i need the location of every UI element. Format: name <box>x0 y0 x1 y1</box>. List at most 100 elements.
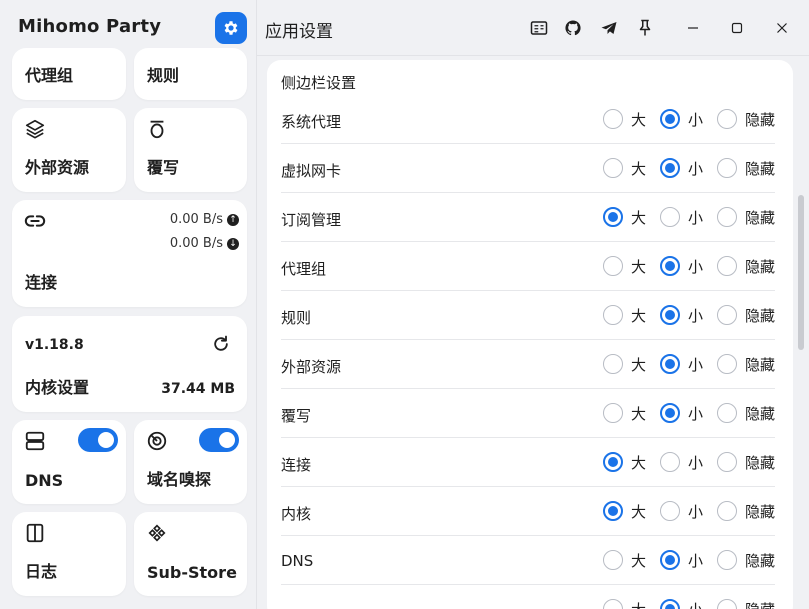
radio-option[interactable]: 隐藏 <box>716 305 775 326</box>
radio-option[interactable]: 小 <box>659 501 703 522</box>
radio-button[interactable] <box>716 158 737 178</box>
radio-button[interactable] <box>716 256 737 276</box>
size-radio-group: 大 小 隐藏 <box>589 109 775 129</box>
radio-option[interactable]: 隐藏 <box>716 109 775 130</box>
radio-option[interactable]: 大 <box>602 207 646 228</box>
radio-option[interactable]: 隐藏 <box>716 158 775 179</box>
panel-icon <box>26 523 44 543</box>
radio-button[interactable] <box>716 599 737 609</box>
sidebar-card-override[interactable]: 覆写 <box>134 108 247 192</box>
close-button[interactable] <box>772 18 792 38</box>
sidebar-card-rules[interactable]: 规则 <box>134 48 247 100</box>
radio-button[interactable] <box>659 354 680 374</box>
radio-option[interactable]: 大 <box>602 109 646 130</box>
radio-button[interactable] <box>659 207 680 227</box>
radio-option[interactable]: 大 <box>602 354 646 375</box>
radio-option[interactable]: 隐藏 <box>716 452 775 473</box>
radio-button[interactable] <box>602 501 623 521</box>
radio-option[interactable]: 隐藏 <box>716 403 775 424</box>
sidebar-card-proxy-group[interactable]: 代理组 <box>12 48 126 100</box>
radio-button[interactable] <box>716 207 737 227</box>
radio-button[interactable] <box>716 403 737 423</box>
sidebar-card-connections[interactable]: 0.00 B/s ↑ 0.00 B/s ↓ 连接 <box>12 200 247 307</box>
sidebar-card-substore[interactable]: Sub-Store <box>134 512 247 596</box>
github-button[interactable] <box>563 18 583 38</box>
pin-button[interactable] <box>635 18 655 38</box>
sidebar-card-logs[interactable]: 日志 <box>12 512 126 596</box>
radio-option[interactable]: 隐藏 <box>716 599 775 609</box>
minimize-button[interactable] <box>683 18 703 38</box>
radio-option[interactable]: 大 <box>602 599 646 609</box>
radio-option[interactable]: 小 <box>659 109 703 130</box>
dns-toggle[interactable] <box>78 428 118 452</box>
radio-option[interactable]: 大 <box>602 305 646 326</box>
radio-option[interactable]: 隐藏 <box>716 207 775 228</box>
radio-option[interactable]: 小 <box>659 354 703 375</box>
gear-icon <box>224 21 238 35</box>
radio-button[interactable] <box>659 109 680 129</box>
radio-button[interactable] <box>602 207 623 227</box>
core-version: v1.18.8 <box>25 337 84 353</box>
radio-option[interactable]: 大 <box>602 550 646 571</box>
radio-option[interactable]: 大 <box>602 256 646 277</box>
substore-icon <box>148 524 166 542</box>
radio-option[interactable]: 大 <box>602 403 646 424</box>
radio-button[interactable] <box>602 403 623 423</box>
radio-button[interactable] <box>602 599 623 609</box>
radio-option[interactable]: 大 <box>602 158 646 179</box>
radio-button[interactable] <box>602 305 623 325</box>
radio-option[interactable]: 小 <box>659 207 703 228</box>
radio-option[interactable]: 小 <box>659 256 703 277</box>
refresh-icon[interactable] <box>211 334 231 354</box>
radio-button[interactable] <box>659 599 680 609</box>
radio-button[interactable] <box>659 452 680 472</box>
core-memory: 37.44 MB <box>161 381 235 397</box>
maximize-button[interactable] <box>727 18 747 38</box>
radio-button[interactable] <box>659 403 680 423</box>
radio-button[interactable] <box>659 305 680 325</box>
radio-option[interactable]: 隐藏 <box>716 501 775 522</box>
radio-label: 大 <box>630 110 646 129</box>
setting-row: 系统代理 大 小 隐藏 <box>281 95 775 144</box>
radio-button[interactable] <box>659 550 680 570</box>
radio-label: 小 <box>687 159 703 178</box>
sniff-toggle[interactable] <box>199 428 239 452</box>
radio-option[interactable]: 小 <box>659 305 703 326</box>
sidebar-card-dns[interactable]: DNS <box>12 420 126 504</box>
radio-option[interactable]: 隐藏 <box>716 550 775 571</box>
radio-button[interactable] <box>716 550 737 570</box>
radio-button[interactable] <box>716 354 737 374</box>
docs-button[interactable] <box>529 18 549 38</box>
radio-button[interactable] <box>602 109 623 129</box>
settings-button[interactable] <box>215 12 247 44</box>
sidebar-card-sniff[interactable]: 域名嗅探 <box>134 420 247 504</box>
radio-option[interactable]: 小 <box>659 452 703 473</box>
radio-button[interactable] <box>602 158 623 178</box>
radio-option[interactable]: 大 <box>602 452 646 473</box>
radio-button[interactable] <box>602 256 623 276</box>
radio-option[interactable]: 隐藏 <box>716 354 775 375</box>
radio-button[interactable] <box>716 305 737 325</box>
radio-option[interactable]: 小 <box>659 403 703 424</box>
radio-button[interactable] <box>659 158 680 178</box>
radio-button[interactable] <box>716 501 737 521</box>
radio-button[interactable] <box>602 550 623 570</box>
radio-button[interactable] <box>659 501 680 521</box>
sidebar: Mihomo Party 代理组 规则 外部资源 覆写 0.00 B/s ↑ 0… <box>0 0 256 609</box>
radio-button[interactable] <box>716 109 737 129</box>
arrow-up-icon: ↑ <box>227 213 239 226</box>
radio-button[interactable] <box>659 256 680 276</box>
radio-button[interactable] <box>602 354 623 374</box>
sidebar-card-label: 内核设置 <box>25 378 90 397</box>
radio-option[interactable]: 小 <box>659 599 703 609</box>
radio-option[interactable]: 小 <box>659 158 703 179</box>
radio-option[interactable]: 大 <box>602 501 646 522</box>
scrollbar-thumb[interactable] <box>798 195 804 350</box>
radio-option[interactable]: 小 <box>659 550 703 571</box>
sidebar-card-external-resources[interactable]: 外部资源 <box>12 108 126 192</box>
radio-button[interactable] <box>716 452 737 472</box>
telegram-button[interactable] <box>599 18 619 38</box>
sidebar-card-core[interactable]: v1.18.8 内核设置 37.44 MB <box>12 316 247 412</box>
radio-button[interactable] <box>602 452 623 472</box>
radio-option[interactable]: 隐藏 <box>716 256 775 277</box>
